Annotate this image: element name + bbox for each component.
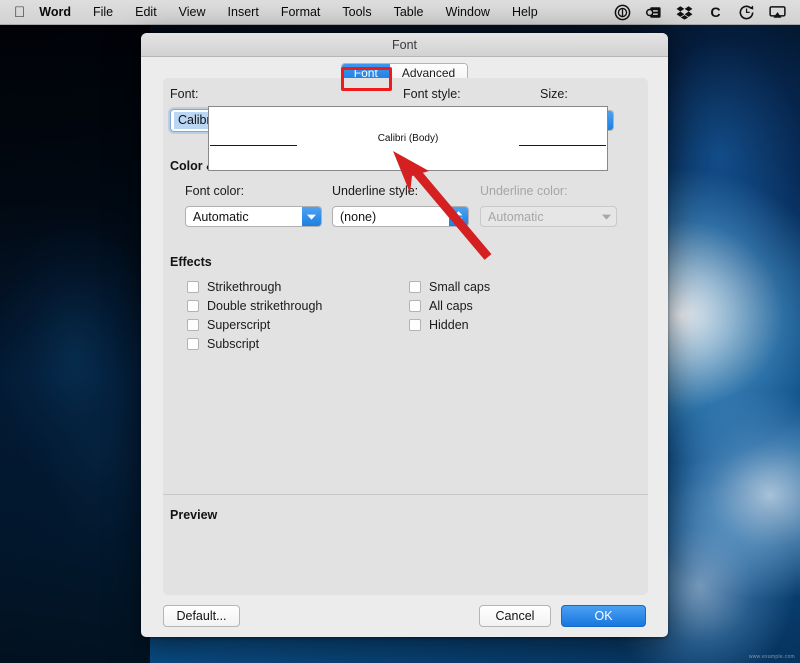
menu-item-help[interactable]: Help [501,0,549,24]
checkbox-row-all-caps[interactable]: All caps [409,296,609,315]
checkbox-strikethrough[interactable] [187,281,199,293]
default-button[interactable]: Default... [163,605,240,627]
checkbox-double-strikethrough[interactable] [187,300,199,312]
checkbox-subscript[interactable] [187,338,199,350]
checkbox-label-double-strikethrough: Double strikethrough [207,299,322,313]
checkbox-all-caps[interactable] [409,300,421,312]
watermark: www.example.com [749,654,795,660]
panel-divider [163,494,648,495]
checkbox-hidden[interactable] [409,319,421,331]
font-color-dropdown-arrow[interactable] [302,207,321,226]
checkbox-label-subscript: Subscript [207,337,259,351]
svg-text:C: C [710,5,720,21]
underline-color-label: Underline color: [480,184,568,198]
preview-box: Calibri (Body) [208,106,608,171]
dialog-titlebar[interactable]: Font [141,33,668,57]
underline-style-label: Underline style: [332,184,418,198]
menu-item-window[interactable]: Window [434,0,500,24]
menu-item-tools[interactable]: Tools [331,0,382,24]
menu-item-file[interactable]: File [82,0,124,24]
dropbox-icon[interactable] [676,4,693,21]
underline-color-dropdown: Automatic [480,206,617,227]
menu-item-format[interactable]: Format [270,0,332,24]
font-settings-panel: Font: Calibri (Body) Font style: Regular… [163,78,648,595]
checkbox-row-superscript[interactable]: Superscript [187,315,387,334]
checkbox-label-strikethrough: Strikethrough [207,280,281,294]
effects-group-title: Effects [170,255,212,269]
checkbox-label-all-caps: All caps [429,299,473,313]
font-name-label: Font: [170,87,199,101]
preview-group-title: Preview [170,508,217,522]
chevron-up-down-icon [454,210,463,223]
cancel-button[interactable]: Cancel [479,605,551,627]
menu-item-view[interactable]: View [168,0,217,24]
chevron-down-icon [602,214,611,220]
checkbox-row-double-strikethrough[interactable]: Double strikethrough [187,296,387,315]
font-color-label: Font color: [185,184,244,198]
wallpaper-left-shadow [0,25,150,663]
menu-item-insert[interactable]: Insert [217,0,270,24]
menu-item-edit[interactable]: Edit [124,0,168,24]
preview-rule-right [519,145,606,146]
underline-style-value: (none) [333,210,376,224]
apple-logo-icon[interactable]:  [14,5,31,20]
time-machine-icon[interactable] [738,4,755,21]
font-color-dropdown[interactable]: Automatic [185,206,322,227]
menu-item-table[interactable]: Table [383,0,435,24]
checkbox-small-caps[interactable] [409,281,421,293]
letter-c-icon[interactable]: C [707,4,724,21]
checkbox-superscript[interactable] [187,319,199,331]
menu-bar-status-icons: C [614,4,800,21]
dialog-title: Font [392,38,417,52]
checkbox-label-small-caps: Small caps [429,280,490,294]
checkbox-row-subscript[interactable]: Subscript [187,334,387,353]
checkbox-row-strikethrough[interactable]: Strikethrough [187,277,387,296]
do-not-disturb-icon[interactable] [614,4,631,21]
font-style-label: Font style: [403,87,461,101]
checkbox-label-hidden: Hidden [429,318,469,332]
preview-sample-text: Calibri (Body) [378,133,439,144]
font-dialog-window: Font Font Advanced Font: Calibri (Body) … [141,33,668,637]
checkbox-label-superscript: Superscript [207,318,270,332]
underline-color-dropdown-arrow [597,207,616,226]
preview-rule-left [210,145,297,146]
menu-item-word[interactable]: Word [31,0,82,24]
menu-bar-items:  Word File Edit View Insert Format Tool… [0,0,549,24]
checkbox-row-small-caps[interactable]: Small caps [409,277,609,296]
display-mirror-icon[interactable] [645,4,662,21]
airplay-icon[interactable] [769,4,786,21]
chevron-down-icon [307,214,316,220]
effects-left-column: Strikethrough Double strikethrough Super… [187,277,387,353]
effects-right-column: Small caps All caps Hidden [409,277,609,334]
font-color-value: Automatic [186,210,249,224]
checkbox-row-hidden[interactable]: Hidden [409,315,609,334]
underline-style-dropdown[interactable]: (none) [332,206,469,227]
underline-style-stepper-arrows[interactable] [449,207,468,226]
underline-color-value: Automatic [481,210,544,224]
ok-button[interactable]: OK [561,605,646,627]
font-size-label: Size: [540,87,568,101]
macos-menu-bar:  Word File Edit View Insert Format Tool… [0,0,800,25]
